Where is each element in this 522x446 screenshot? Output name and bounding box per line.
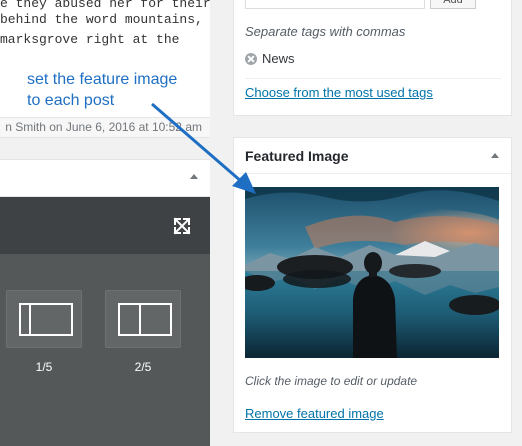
tag-input[interactable]: [245, 0, 425, 9]
editor-line: e they abused her for their: [0, 0, 210, 11]
layout-2-5-icon: [118, 303, 172, 336]
featured-image-title: Featured Image: [245, 148, 349, 164]
fullscreen-expand-icon[interactable]: [172, 216, 192, 236]
layout-divider: [29, 303, 31, 336]
page-builder-panel-header[interactable]: [0, 159, 210, 197]
last-edited-bar: n Smith on June 6, 2016 at 10:52 am: [0, 117, 210, 138]
layout-1-5-label: 1/5: [35, 360, 53, 374]
tutorial-annotation: set the feature image to each post: [27, 69, 217, 111]
tags-hint: Separate tags with commas: [245, 24, 406, 39]
featured-image-hint: Click the image to edit or update: [245, 374, 418, 388]
collapse-arrow-icon[interactable]: [190, 174, 198, 179]
choose-most-used-tags-link[interactable]: Choose from the most used tags: [245, 85, 433, 100]
annotation-line: set the feature image: [27, 71, 178, 88]
remove-featured-image-link[interactable]: Remove featured image: [245, 406, 384, 421]
featured-image-thumbnail[interactable]: [239, 187, 520, 358]
last-edited-text: n Smith on June 6, 2016 at 10:52 am: [5, 120, 202, 134]
layout-2-5-label: 2/5: [134, 360, 152, 374]
layout-divider: [139, 303, 141, 336]
add-tag-button[interactable]: Add: [430, 0, 476, 9]
tags-box: Add Separate tags with commas News Choos…: [233, 0, 512, 116]
layout-1-5-icon: [19, 303, 73, 336]
collapse-arrow-icon[interactable]: [491, 153, 499, 158]
annotation-line: to each post: [27, 92, 115, 109]
featured-image-header[interactable]: Featured Image: [234, 138, 511, 174]
tag-item: News: [245, 51, 295, 66]
divider: [245, 78, 501, 79]
page-builder-layouts: 1/5 2/5: [0, 254, 210, 446]
layout-2-5-button[interactable]: [105, 290, 181, 348]
save-pb-label: Save PB: [88, 21, 139, 37]
featured-image-box: Featured Image Click the image to edit o…: [233, 137, 520, 433]
tag-label: News: [262, 51, 295, 66]
layout-1-5-button[interactable]: [6, 290, 82, 348]
save-disk-icon: [67, 22, 81, 36]
remove-tag-icon[interactable]: [245, 52, 257, 65]
save-pb-button[interactable]: Save PB: [67, 20, 139, 38]
